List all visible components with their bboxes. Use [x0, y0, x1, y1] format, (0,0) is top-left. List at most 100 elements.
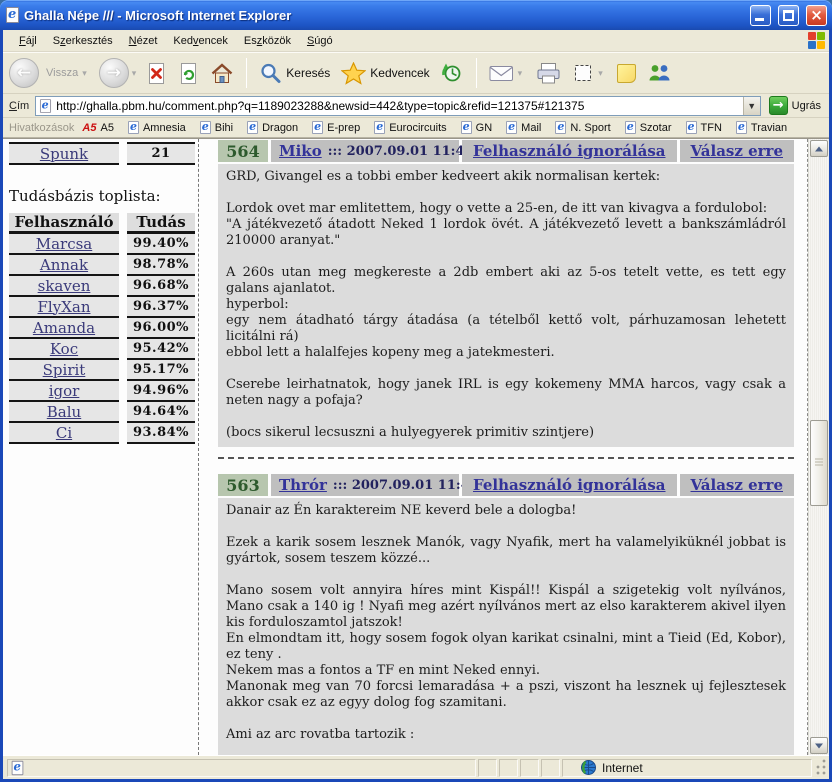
user-link[interactable]: Spunk	[9, 144, 119, 165]
a5-logo-icon: A5	[82, 122, 96, 134]
links-bar-item[interactable]: Amnesia	[128, 121, 186, 134]
links-bar-item[interactable]: GN	[461, 121, 493, 134]
menu-item[interactable]: Fájl	[11, 32, 45, 50]
links-bar-item[interactable]: TFN	[686, 121, 722, 134]
menu-item[interactable]: Szerkesztés	[45, 32, 121, 50]
author-link[interactable]: Miko	[279, 142, 322, 160]
scroll-up-button[interactable]	[810, 140, 828, 157]
search-button[interactable]: Keresés	[255, 59, 334, 88]
links-bar-item[interactable]: Mail	[506, 121, 541, 134]
security-zone-label: Internet	[602, 761, 643, 775]
ie-favicon	[506, 121, 517, 134]
links-bar-item[interactable]: Szotar	[625, 121, 672, 134]
toplist-header-row: Felhasználó Tudás	[9, 213, 198, 234]
note-icon	[617, 64, 636, 83]
links-bar-item[interactable]: Travian	[736, 121, 787, 134]
menu-item[interactable]: Nézet	[121, 32, 166, 50]
toplist-row: FlyXan 96.37%	[9, 297, 198, 318]
edit-dropdown-icon[interactable]: ▾	[598, 68, 603, 79]
column-knowledge: Tudás	[127, 213, 195, 234]
maximize-button[interactable]	[778, 5, 799, 26]
home-button[interactable]	[206, 59, 238, 88]
go-button[interactable]: →	[769, 96, 788, 115]
internet-globe-icon	[581, 760, 596, 775]
user-link[interactable]: Annak	[9, 255, 119, 276]
ie-favicon	[128, 121, 139, 134]
reply-link[interactable]: Válasz erre	[691, 142, 783, 160]
refresh-button[interactable]	[174, 59, 203, 88]
favorites-star-icon	[341, 62, 366, 85]
address-url[interactable]: http://ghalla.pbm.hu/comment.php?q=11890…	[56, 99, 738, 113]
menu-item[interactable]: Eszközök	[236, 32, 299, 50]
status-page-icon	[12, 760, 24, 774]
scroll-down-button[interactable]	[810, 737, 828, 754]
stop-button[interactable]	[142, 59, 171, 88]
menu-item[interactable]: Kedvencek	[165, 32, 235, 50]
user-value: 21	[127, 144, 195, 165]
user-link[interactable]: Balu	[9, 402, 119, 423]
knowledge-value: 96.37%	[127, 297, 195, 318]
edit-button[interactable]: ▾	[568, 59, 610, 87]
toplist-row: Spirit 95.17%	[9, 360, 198, 381]
links-bar-item[interactable]: Dragon	[247, 121, 298, 134]
address-bar: Cím http://ghalla.pbm.hu/comment.php?q=1…	[3, 94, 829, 118]
mail-icon	[489, 64, 514, 83]
post-paragraph: Cserebe leirhatnatok, hogy janek IRL is …	[226, 377, 786, 409]
user-link[interactable]: Ci	[9, 423, 119, 444]
ignore-user-link[interactable]: Felhasználó ignorálása	[473, 476, 666, 494]
toplist-row: Annak 98.78%	[9, 255, 198, 276]
status-panel	[478, 759, 497, 777]
user-link[interactable]: skaven	[9, 276, 119, 297]
knowledge-value: 93.84%	[127, 423, 195, 444]
print-button[interactable]	[532, 59, 565, 88]
messenger-button[interactable]	[643, 59, 676, 87]
minimize-button[interactable]	[750, 5, 771, 26]
ie-favicon	[625, 121, 636, 134]
user-link[interactable]: Marcsa	[9, 234, 119, 255]
post-paragraph: A 260s utan meg megkereste a 2db embert …	[226, 265, 786, 361]
user-link[interactable]: Koc	[9, 339, 119, 360]
links-bar-item[interactable]: N. Sport	[555, 121, 610, 134]
reply-link[interactable]: Válasz erre	[691, 476, 783, 494]
ignore-user-link[interactable]: Felhasználó ignorálása	[473, 142, 666, 160]
user-link[interactable]: FlyXan	[9, 297, 119, 318]
back-dropdown-icon[interactable]: ▾	[82, 68, 87, 79]
links-bar-item[interactable]: Eurocircuits	[374, 121, 446, 134]
links-bar-item[interactable]: E-prep	[312, 121, 360, 134]
user-link[interactable]: Amanda	[9, 318, 119, 339]
forward-button[interactable]: →	[99, 58, 129, 88]
scroll-down-icon	[815, 743, 823, 748]
mail-button[interactable]: ▾	[485, 61, 530, 86]
scrollbar-thumb[interactable]	[810, 420, 828, 506]
resize-grip[interactable]	[814, 759, 827, 777]
notes-button[interactable]	[613, 61, 640, 86]
favorites-button[interactable]: Kedvencek	[337, 59, 433, 88]
back-button[interactable]: ←	[9, 58, 39, 88]
post-header: 563 Thrór ::: 2007.09.01 11:41 i Felhasz…	[218, 474, 794, 496]
mail-dropdown-icon[interactable]: ▾	[518, 68, 523, 79]
address-label: Cím	[7, 100, 29, 112]
favorites-label: Kedvencek	[370, 66, 429, 80]
history-button[interactable]	[437, 59, 468, 88]
links-bar-item[interactable]: Bihi	[200, 121, 233, 134]
address-dropdown-button[interactable]: ▼	[743, 97, 760, 115]
post-body: Danair az Én karaktereim NE keverd bele …	[218, 498, 794, 755]
minimize-icon	[755, 18, 764, 21]
reply-cell: Válasz erre	[680, 474, 794, 496]
knowledge-value: 96.00%	[127, 318, 195, 339]
user-link[interactable]: Spirit	[9, 360, 119, 381]
author-link[interactable]: Thrór	[279, 476, 327, 494]
links-bar-item[interactable]: A5 A5	[82, 122, 114, 134]
forward-dropdown-icon[interactable]: ▾	[132, 68, 137, 79]
close-button[interactable]: ×	[806, 5, 827, 26]
user-link[interactable]: igor	[9, 381, 119, 402]
vertical-scrollbar[interactable]	[808, 139, 829, 755]
toplist-row: Balu 94.64%	[9, 402, 198, 423]
links-bar-label: Hivatkozások	[9, 122, 74, 134]
post-563: 563 Thrór ::: 2007.09.01 11:41 i Felhasz…	[218, 474, 794, 755]
menu-item[interactable]: Súgó	[299, 32, 341, 50]
page-icon	[40, 99, 51, 113]
post-date: 2007.09.01 11:45	[347, 144, 474, 159]
ie-favicon	[312, 121, 323, 134]
address-input[interactable]: http://ghalla.pbm.hu/comment.php?q=11890…	[35, 96, 760, 116]
